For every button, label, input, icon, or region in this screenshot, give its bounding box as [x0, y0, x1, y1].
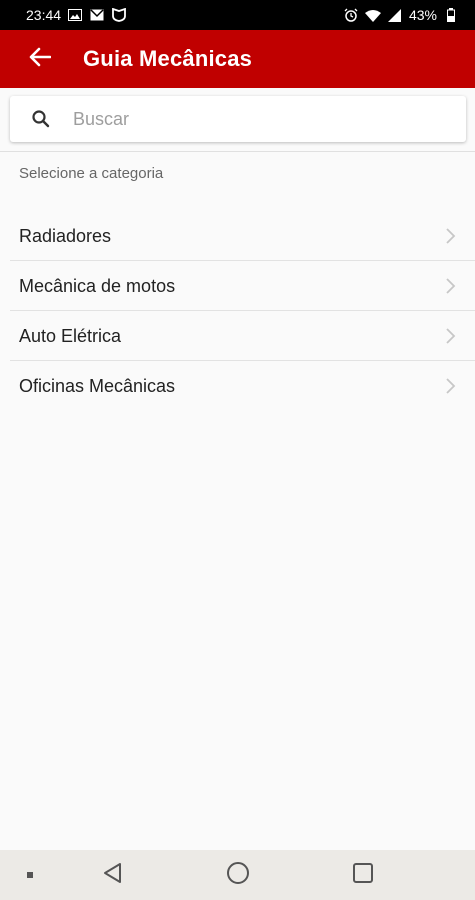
signal-icon [387, 8, 403, 22]
category-label: Mecânica de motos [19, 275, 176, 296]
menu-dot-button[interactable] [20, 865, 40, 885]
chevron-right-icon [445, 278, 457, 294]
recents-square-icon [352, 862, 374, 889]
status-bar-right: 43% [343, 7, 459, 23]
nav-recents-button[interactable] [347, 860, 379, 890]
chevron-right-icon [445, 378, 457, 394]
category-item-auto-eletrica[interactable]: Auto Elétrica [0, 311, 475, 361]
chevron-right-icon [445, 228, 457, 244]
nav-back-button[interactable] [96, 860, 128, 890]
category-label: Oficinas Mecânicas [19, 375, 176, 396]
arrow-left-icon [29, 47, 52, 72]
app-bar: Guia Mecânicas [0, 30, 475, 88]
battery-icon [443, 8, 459, 22]
gallery-icon [67, 8, 83, 22]
status-time: 23:44 [26, 7, 62, 23]
category-list: Radiadores Mecânica de motos Auto Elétri… [0, 211, 475, 411]
system-nav-bar [0, 850, 475, 900]
category-item-radiadores[interactable]: Radiadores [0, 211, 475, 261]
status-bar: 23:44 43% [0, 0, 475, 30]
back-triangle-icon [102, 862, 122, 889]
category-item-oficinas-mecanicas[interactable]: Oficinas Mecânicas [0, 361, 475, 411]
back-button[interactable] [12, 30, 68, 88]
category-item-mecanica-de-motos[interactable]: Mecânica de motos [0, 261, 475, 311]
category-label: Auto Elétrica [19, 325, 122, 346]
wifi-icon [364, 8, 381, 22]
status-bar-left: 23:44 [26, 7, 127, 23]
app-screen: 23:44 43% Guia Mecânicas Buscar Selecion… [0, 0, 475, 900]
divider [0, 151, 475, 152]
page-title: Guia Mecânicas [83, 46, 253, 71]
shield-app-icon [111, 8, 127, 22]
nav-home-button[interactable] [222, 860, 254, 890]
chevron-right-icon [445, 328, 457, 344]
menu-dot-icon [26, 866, 34, 884]
search-icon [31, 109, 51, 129]
search-bar[interactable] [10, 96, 466, 142]
category-label: Radiadores [19, 225, 112, 246]
mail-icon [89, 8, 105, 22]
section-label: Selecione a categoria [19, 165, 164, 182]
home-circle-icon [226, 861, 250, 890]
alarm-icon [343, 8, 359, 22]
search-input[interactable] [73, 108, 433, 130]
battery-percent: 43% [408, 7, 437, 23]
